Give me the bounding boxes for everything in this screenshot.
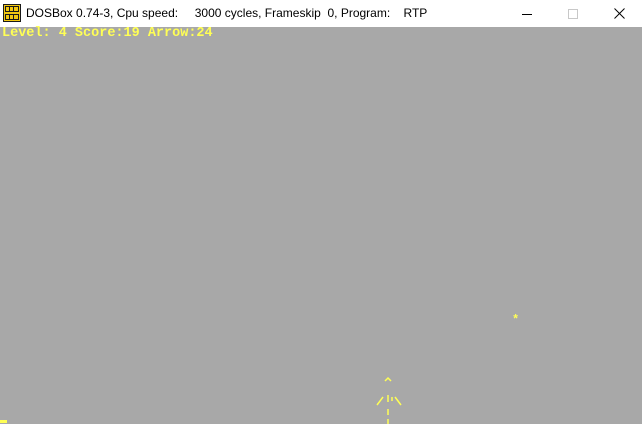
title-bar[interactable]: DOSBox 0.74-3, Cpu speed: 3000 cycles, F… (0, 0, 642, 27)
hud-status: Level: 4 Score:19 Arrow:24 (2, 26, 213, 41)
maximize-button[interactable] (550, 0, 596, 27)
dosbox-app-icon[interactable] (3, 4, 21, 22)
target-star: * (512, 313, 520, 327)
close-icon (613, 8, 625, 19)
maximize-icon (568, 8, 578, 19)
window-title: DOSBox 0.74-3, Cpu speed: 3000 cycles, F… (26, 6, 428, 20)
minimize-button[interactable] (504, 0, 550, 27)
dosbox-window: DOSBox 0.74-3, Cpu speed: 3000 cycles, F… (0, 0, 642, 424)
minimize-icon (522, 13, 532, 15)
close-button[interactable] (596, 0, 642, 27)
archer-sprite (376, 376, 402, 424)
dos-screen[interactable]: Level: 4 Score:19 Arrow:24 * (0, 27, 642, 424)
text-cursor (0, 420, 7, 423)
